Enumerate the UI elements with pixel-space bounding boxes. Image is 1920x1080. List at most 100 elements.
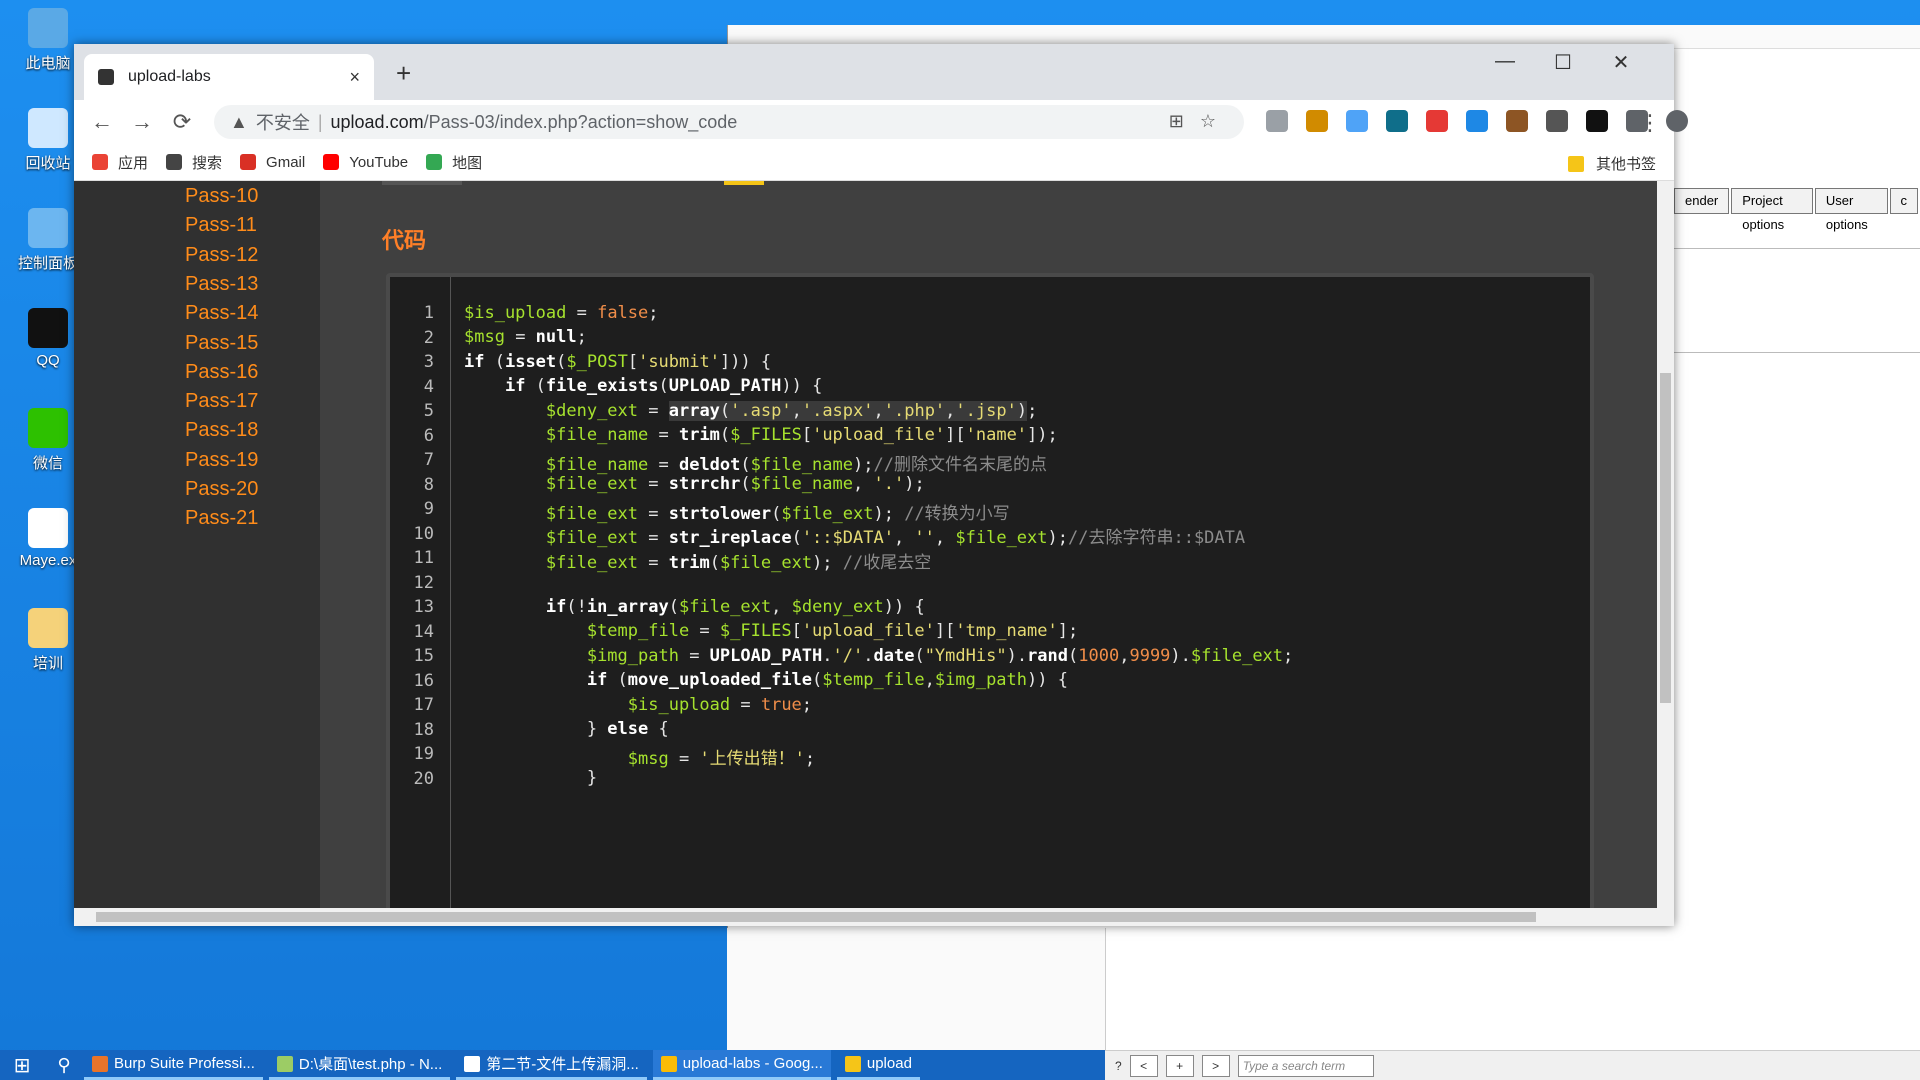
taskbar-item[interactable]: Burp Suite Professi... bbox=[84, 1050, 263, 1080]
taskbar-item-label: Burp Suite Professi... bbox=[114, 1055, 255, 1072]
warning-icon[interactable]: ▲ bbox=[230, 112, 248, 133]
line-number: 5 bbox=[423, 401, 434, 421]
reload-button[interactable]: ⟳ bbox=[162, 109, 202, 135]
app-icon bbox=[844, 1055, 861, 1072]
line-number: 2 bbox=[423, 327, 434, 348]
extension-icon[interactable] bbox=[1426, 110, 1448, 132]
taskbar: ⊞ ⚲ Burp Suite Professi... D:\桌面\test.php… bbox=[0, 1050, 1105, 1080]
sidebar-item-pass[interactable]: Pass-17 bbox=[185, 390, 258, 413]
sidebar-item-pass[interactable]: Pass-13 bbox=[185, 273, 258, 296]
line-number: 12 bbox=[413, 572, 434, 593]
sidebar-item-pass[interactable]: Pass-20 bbox=[185, 478, 258, 501]
translate-and-star-icons[interactable]: ⊞☆ bbox=[1169, 111, 1232, 132]
taskbar-item[interactable]: D:\桌面\test.php - N... bbox=[268, 1050, 451, 1080]
next-button[interactable]: > bbox=[1201, 1054, 1230, 1077]
sidebar-item-pass[interactable]: Pass-11 bbox=[185, 214, 257, 237]
bookmark-icon bbox=[166, 154, 183, 170]
extension-icon[interactable] bbox=[1546, 110, 1568, 132]
code-line: $is_upload = false; bbox=[464, 303, 659, 323]
other-bookmarks-label: 其他书签 bbox=[1595, 156, 1656, 173]
desktop-icon-image bbox=[28, 208, 68, 248]
maximize-button[interactable]: ☐ bbox=[1534, 50, 1592, 75]
windows-start-icon[interactable]: ⊞ bbox=[0, 1053, 44, 1078]
sidebar-item-pass[interactable]: Pass-16 bbox=[185, 361, 258, 384]
extension-icon[interactable] bbox=[1506, 110, 1528, 132]
taskbar-item[interactable]: upload bbox=[836, 1050, 920, 1080]
taskbar-item[interactable]: upload-labs - Goog... bbox=[652, 1050, 831, 1080]
line-number: 13 bbox=[413, 597, 434, 617]
add-button[interactable]: + bbox=[1165, 1054, 1194, 1077]
extension-icon[interactable] bbox=[1346, 110, 1368, 132]
taskbar-item-label: 第二节-文件上传漏洞... bbox=[486, 1056, 639, 1073]
app-icon bbox=[276, 1055, 293, 1072]
burp-tab-project-options[interactable]: Project options bbox=[1731, 188, 1813, 232]
code-block[interactable]: 1 2 3 4 5 6 7 8 9 10 11 12 13 14 15 16 17 18 19 20 $is_uplo… bbox=[386, 273, 1594, 908]
code-line: $file_name = trim($_FILES['upload_file']… bbox=[545, 425, 1058, 445]
line-number: 7 bbox=[423, 450, 434, 470]
bookmark-item[interactable]: YouTube bbox=[323, 154, 408, 171]
line-number: 1 bbox=[423, 303, 434, 323]
horizontal-scrollbar[interactable] bbox=[74, 908, 1674, 926]
back-button[interactable]: ← bbox=[82, 109, 122, 135]
scroll-thumb[interactable] bbox=[1660, 373, 1671, 703]
vertical-scrollbar[interactable] bbox=[1657, 181, 1674, 908]
header-stub bbox=[382, 181, 462, 185]
desktop-icon-image bbox=[28, 308, 68, 348]
tab-close-icon[interactable]: × bbox=[349, 67, 360, 88]
menu-icon[interactable]: ⋮ bbox=[1630, 110, 1670, 136]
line-number: 18 bbox=[413, 719, 434, 740]
folder-icon bbox=[1567, 155, 1584, 172]
other-bookmarks[interactable]: 其他书签 bbox=[1567, 153, 1656, 174]
line-number: 9 bbox=[423, 499, 434, 519]
minimize-button[interactable]: — bbox=[1476, 50, 1534, 73]
search-term-input[interactable]: Type a search term bbox=[1237, 1054, 1374, 1077]
scroll-thumb[interactable] bbox=[96, 912, 1536, 922]
code-line: $file_ext = trim($file_ext); //收尾去空 bbox=[545, 553, 932, 573]
burp-tab-render[interactable]: ender bbox=[1674, 188, 1730, 214]
code-line: if(!in_array($file_ext, $deny_ext)) { bbox=[545, 597, 925, 617]
search-icon[interactable]: ⚲ bbox=[44, 1055, 84, 1076]
extension-icon[interactable] bbox=[1466, 110, 1488, 132]
line-number: 17 bbox=[413, 695, 434, 715]
sidebar-item-pass[interactable]: Pass-19 bbox=[185, 449, 258, 472]
extension-icon[interactable] bbox=[1266, 110, 1288, 132]
extension-icon[interactable] bbox=[1586, 110, 1608, 132]
code-line: if (move_uploaded_file($temp_file,$img_p… bbox=[586, 670, 1068, 690]
burp-tab-user-options[interactable]: User options bbox=[1814, 188, 1888, 232]
line-number: 11 bbox=[413, 548, 434, 568]
bookmark-item[interactable]: 搜索 bbox=[166, 152, 222, 173]
line-gutter: 1 2 3 4 5 6 7 8 9 10 11 12 13 14 15 16 17 18 19 20 bbox=[390, 277, 451, 908]
taskbar-item[interactable]: 第二节-文件上传漏洞... bbox=[456, 1050, 647, 1080]
separator: | bbox=[317, 111, 323, 132]
sidebar-item-pass[interactable]: Pass-18 bbox=[185, 419, 258, 442]
not-secure-label: 不安全 bbox=[255, 113, 310, 133]
extension-icon[interactable] bbox=[1386, 110, 1408, 132]
url-path: /Pass-03/index.php?action=show_code bbox=[423, 111, 738, 132]
sidebar-item-pass[interactable]: Pass-15 bbox=[185, 332, 258, 355]
code-line: $is_upload = true; bbox=[627, 695, 813, 715]
sidebar-item-pass[interactable]: Pass-21 bbox=[185, 507, 258, 530]
forward-button[interactable]: → bbox=[122, 109, 162, 135]
tab-upload-labs[interactable]: upload-labs × bbox=[84, 54, 374, 100]
code-line: $file_name = deldot($file_name);//删除文件名末… bbox=[545, 455, 1047, 475]
browser-toolbar: ← → ⟳ ▲ 不安全 | upload.com /Pass-03/index.… bbox=[74, 100, 1688, 144]
prev-button[interactable]: < bbox=[1129, 1054, 1158, 1077]
code-title: 代码 bbox=[382, 228, 427, 253]
sidebar-item-pass[interactable]: Pass-12 bbox=[185, 244, 258, 267]
bookmark-item[interactable]: 地图 bbox=[426, 152, 482, 173]
help-icon[interactable]: ? bbox=[1115, 1059, 1122, 1073]
new-tab-button[interactable]: + bbox=[396, 58, 411, 89]
header-stub bbox=[724, 181, 764, 185]
close-button[interactable]: ✕ bbox=[1592, 50, 1650, 75]
extension-icon[interactable] bbox=[1306, 110, 1328, 132]
browser-window: upload-labs × + — ☐ ✕ ← → ⟳ ▲ 不安全 | uplo… bbox=[74, 44, 1688, 926]
address-bar[interactable]: ▲ 不安全 | upload.com /Pass-03/index.php?ac… bbox=[214, 105, 1244, 139]
sidebar-item-pass[interactable]: Pass-10 bbox=[185, 185, 258, 208]
code-line: $img_path = UPLOAD_PATH.'/'.date("YmdHis… bbox=[586, 646, 1294, 666]
bookmark-item[interactable]: 应用 bbox=[92, 152, 148, 173]
desktop-icon-image bbox=[28, 508, 68, 548]
line-number: 6 bbox=[423, 425, 434, 446]
sidebar-item-pass[interactable]: Pass-14 bbox=[185, 302, 258, 325]
burp-tab-more[interactable]: c bbox=[1889, 188, 1918, 214]
bookmark-item[interactable]: Gmail bbox=[240, 154, 305, 171]
